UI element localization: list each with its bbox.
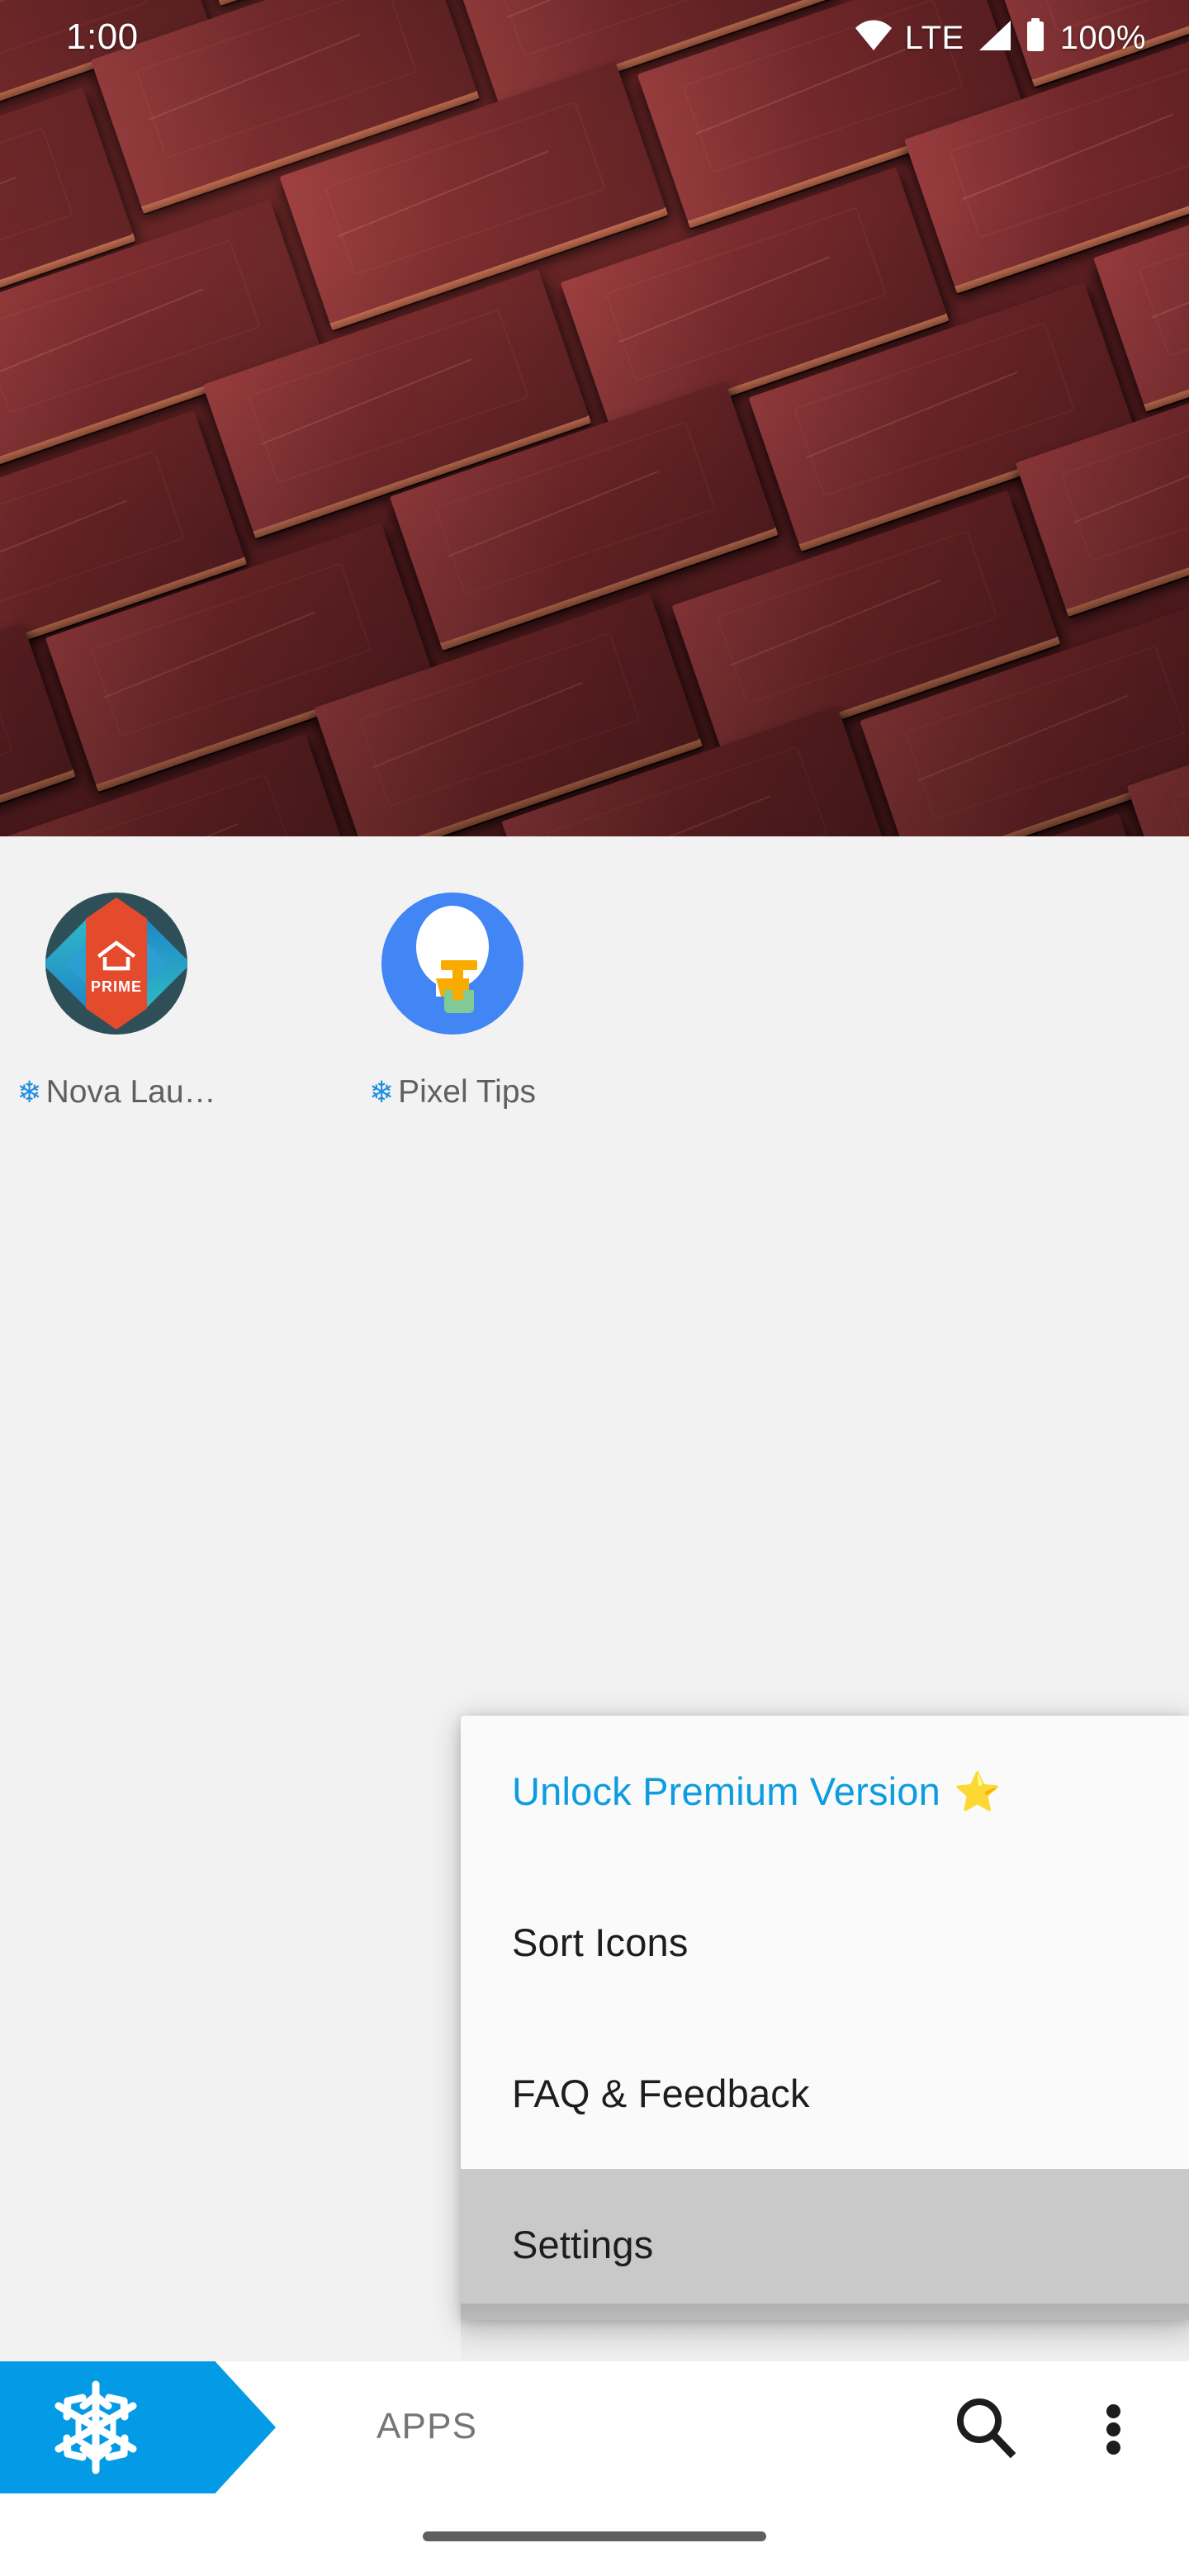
overflow-menu-icon[interactable]: [1080, 2391, 1146, 2467]
menu-item-settings[interactable]: Settings: [461, 2169, 1189, 2320]
navigation-bar: [0, 2493, 1189, 2576]
bottom-bar: APPS: [0, 2361, 1189, 2493]
menu-item-unlock-premium[interactable]: Unlock Premium Version ⭐: [461, 1716, 1189, 1867]
nova-launcher-prime-icon: PRIME: [45, 893, 187, 1035]
app-label-pixel-tips: ❄ Pixel Tips: [310, 1074, 595, 1110]
wallpaper: [0, 0, 1189, 836]
star-icon: ⭐: [953, 1769, 1002, 1813]
wifi-icon: [854, 19, 893, 56]
snowflake-icon: [46, 2378, 145, 2477]
snowflake-icon: ❄: [17, 1075, 42, 1109]
app-label-text: Nova Lau…: [45, 1074, 216, 1110]
app-item-nova-launcher[interactable]: PRIME ❄ Nova Lau…: [0, 893, 259, 1110]
status-clock: 1:00: [66, 17, 139, 57]
menu-item-label: FAQ & Feedback: [512, 2072, 810, 2115]
search-icon[interactable]: [948, 2391, 1024, 2467]
wallpaper-tile-pattern: [0, 0, 1189, 836]
apps-tab-label: APPS: [377, 2406, 478, 2446]
overflow-popup-menu: Unlock Premium Version ⭐ Sort Icons FAQ …: [461, 1716, 1189, 2320]
snowflake-icon: ❄: [368, 1075, 395, 1109]
nova-prime-badge-text: PRIME: [90, 978, 142, 995]
menu-item-label: Sort Icons: [512, 1920, 689, 1964]
menu-item-label: Unlock Premium Version: [512, 1769, 940, 1813]
menu-item-sort-icons[interactable]: Sort Icons: [461, 1867, 1189, 2018]
network-type-label: LTE: [904, 19, 964, 56]
app-label-nova-launcher: ❄ Nova Lau…: [0, 1074, 259, 1110]
status-bar: 1:00 LTE 100%: [0, 0, 1189, 73]
menu-item-label: Settings: [512, 2223, 654, 2266]
menu-item-faq-feedback[interactable]: FAQ & Feedback: [461, 2018, 1189, 2169]
app-label-text: Pixel Tips: [398, 1074, 537, 1110]
app-item-pixel-tips[interactable]: ❄ Pixel Tips: [310, 893, 595, 1110]
apps-tab-chevron[interactable]: [0, 2361, 276, 2493]
status-system-icons: LTE 100%: [854, 18, 1146, 57]
battery-percent-label: 100%: [1059, 19, 1146, 56]
signal-icon: [976, 19, 1012, 56]
battery-icon: [1024, 18, 1047, 57]
home-gesture-pill[interactable]: [423, 2531, 766, 2541]
pixel-tips-lightbulb-icon: [381, 893, 523, 1035]
